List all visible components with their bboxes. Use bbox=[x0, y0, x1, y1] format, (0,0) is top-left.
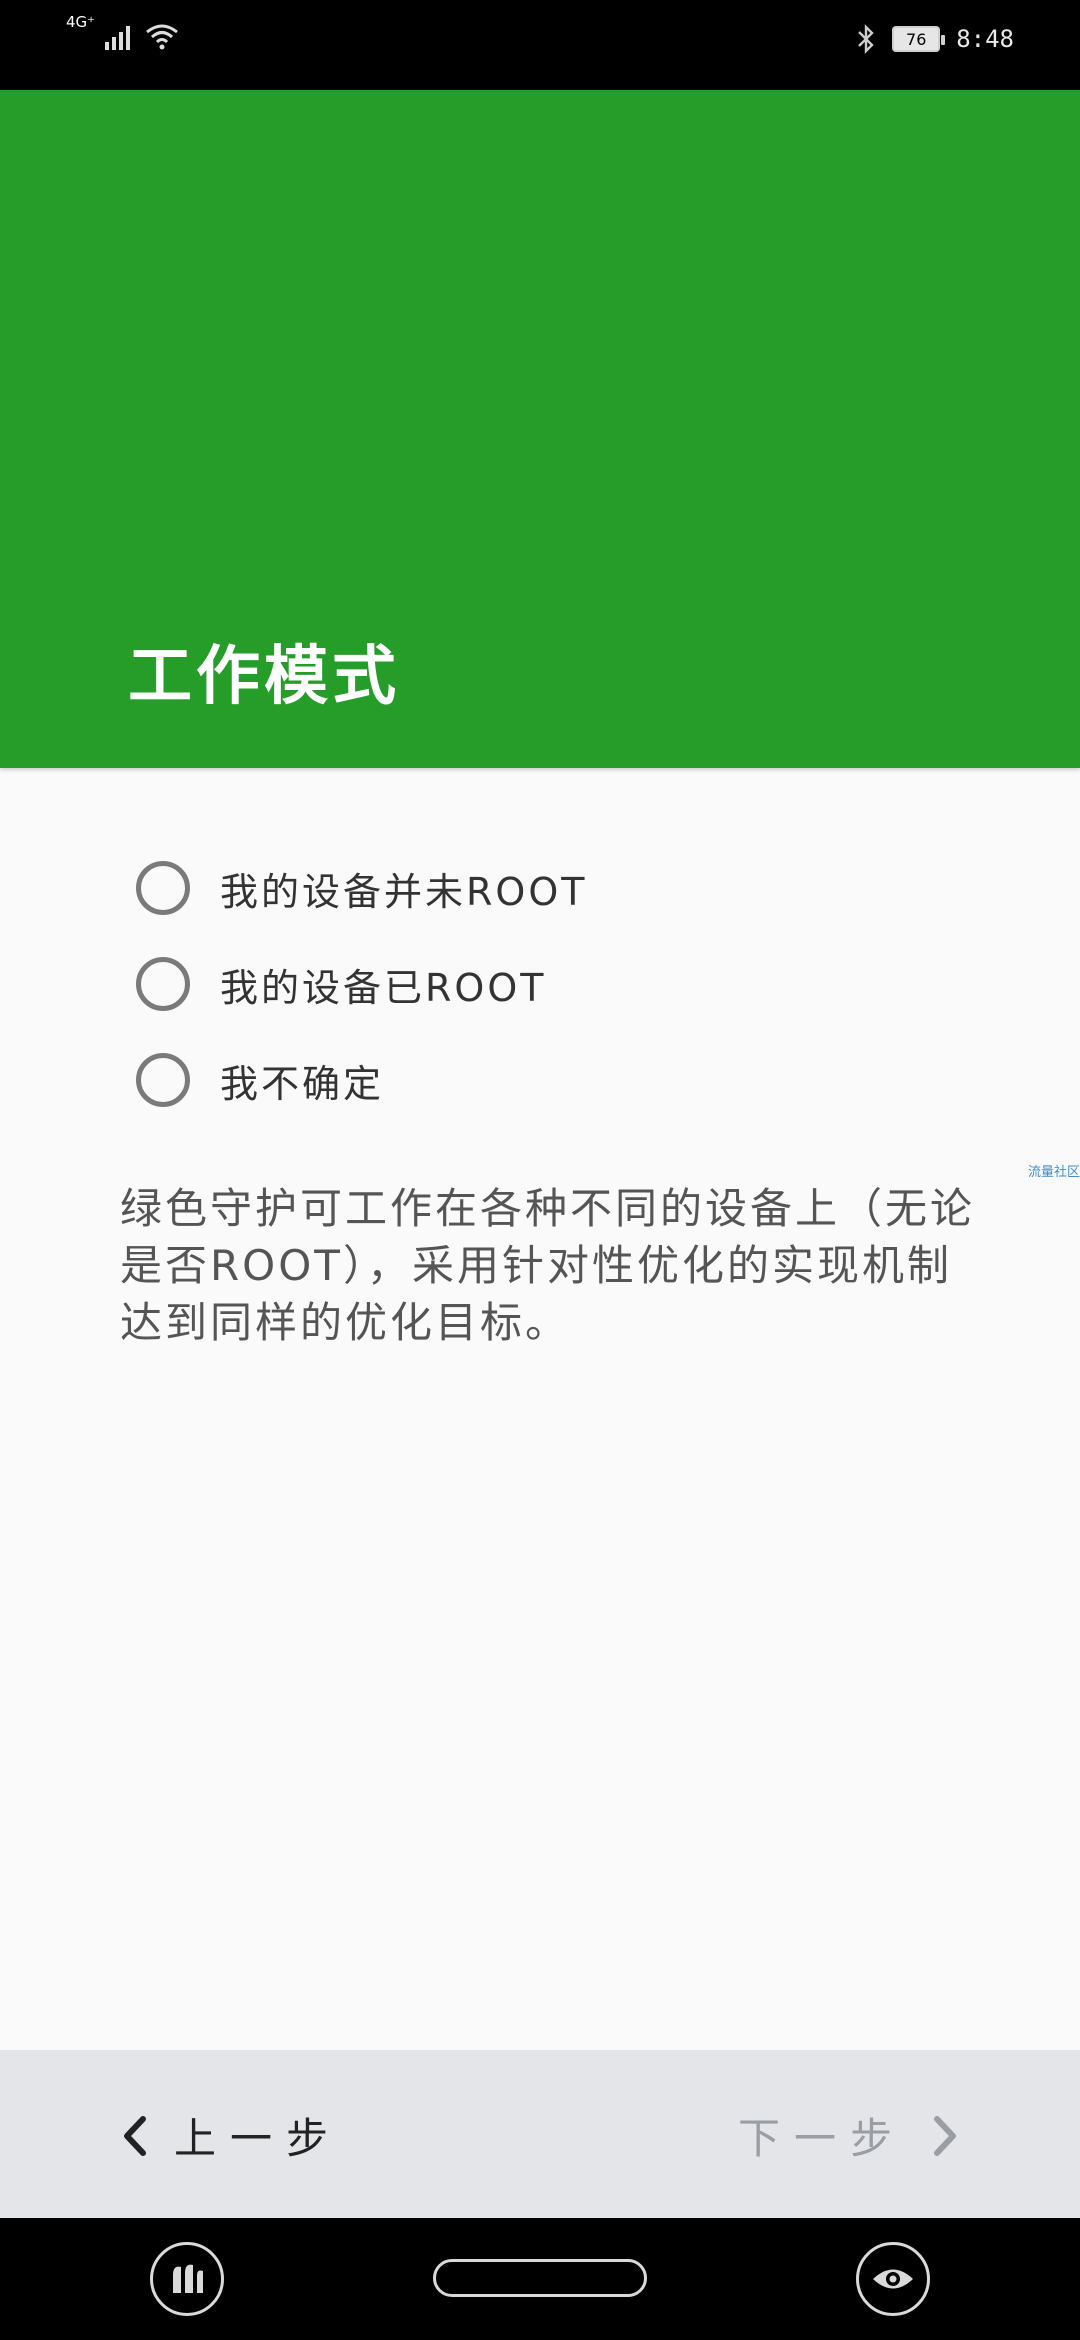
option-label: 我不确定 bbox=[220, 1061, 385, 1106]
eye-icon[interactable] bbox=[856, 2242, 930, 2316]
status-left: 4G⁺ bbox=[66, 14, 179, 50]
radio-button[interactable] bbox=[136, 861, 190, 915]
clock: 8:48 bbox=[956, 25, 1014, 53]
option-label: 我的设备并未ROOT bbox=[220, 869, 588, 914]
signal-icon bbox=[105, 26, 131, 50]
prev-button[interactable]: 上一步 bbox=[122, 2105, 342, 2166]
radio-button[interactable] bbox=[136, 957, 190, 1011]
wifi-icon bbox=[146, 24, 179, 50]
chevron-right-icon bbox=[934, 2115, 956, 2156]
network-type: 4G⁺ bbox=[66, 13, 96, 31]
app-icon[interactable] bbox=[150, 2242, 224, 2316]
status-bar: 4G⁺ 76 8:48 bbox=[0, 0, 1080, 90]
side-tag[interactable]: 流量社区 bbox=[1028, 1161, 1080, 1180]
prev-label: 上一步 bbox=[174, 2114, 343, 2163]
status-right: 76 8:48 bbox=[856, 24, 1014, 54]
header-banner: 工作模式 bbox=[0, 90, 1080, 768]
next-button[interactable]: 下一步 bbox=[738, 2105, 958, 2166]
option-not-rooted[interactable]: 我的设备并未ROOT bbox=[136, 855, 587, 921]
next-label: 下一步 bbox=[737, 2114, 906, 2163]
mode-options: 我的设备并未ROOT 我的设备已ROOT 我不确定 bbox=[136, 855, 587, 1143]
home-pill[interactable] bbox=[433, 2259, 647, 2297]
description-text: 绿色守护可工作在各种不同的设备上（无论是否ROOT），采用针对性优化的实现机制达… bbox=[120, 1184, 976, 1347]
system-nav-bar bbox=[0, 2218, 1080, 2340]
battery-icon: 76 bbox=[892, 26, 946, 52]
option-label: 我的设备已ROOT bbox=[220, 965, 547, 1010]
page-title: 工作模式 bbox=[128, 640, 400, 714]
bottom-nav: 上一步 下一步 bbox=[0, 2050, 1080, 2218]
radio-button[interactable] bbox=[136, 1053, 190, 1107]
option-unsure[interactable]: 我不确定 bbox=[136, 1047, 587, 1113]
bluetooth-icon bbox=[858, 24, 874, 54]
chevron-left-icon bbox=[124, 2115, 146, 2156]
battery-level: 76 bbox=[906, 29, 927, 49]
option-rooted[interactable]: 我的设备已ROOT bbox=[136, 951, 587, 1017]
